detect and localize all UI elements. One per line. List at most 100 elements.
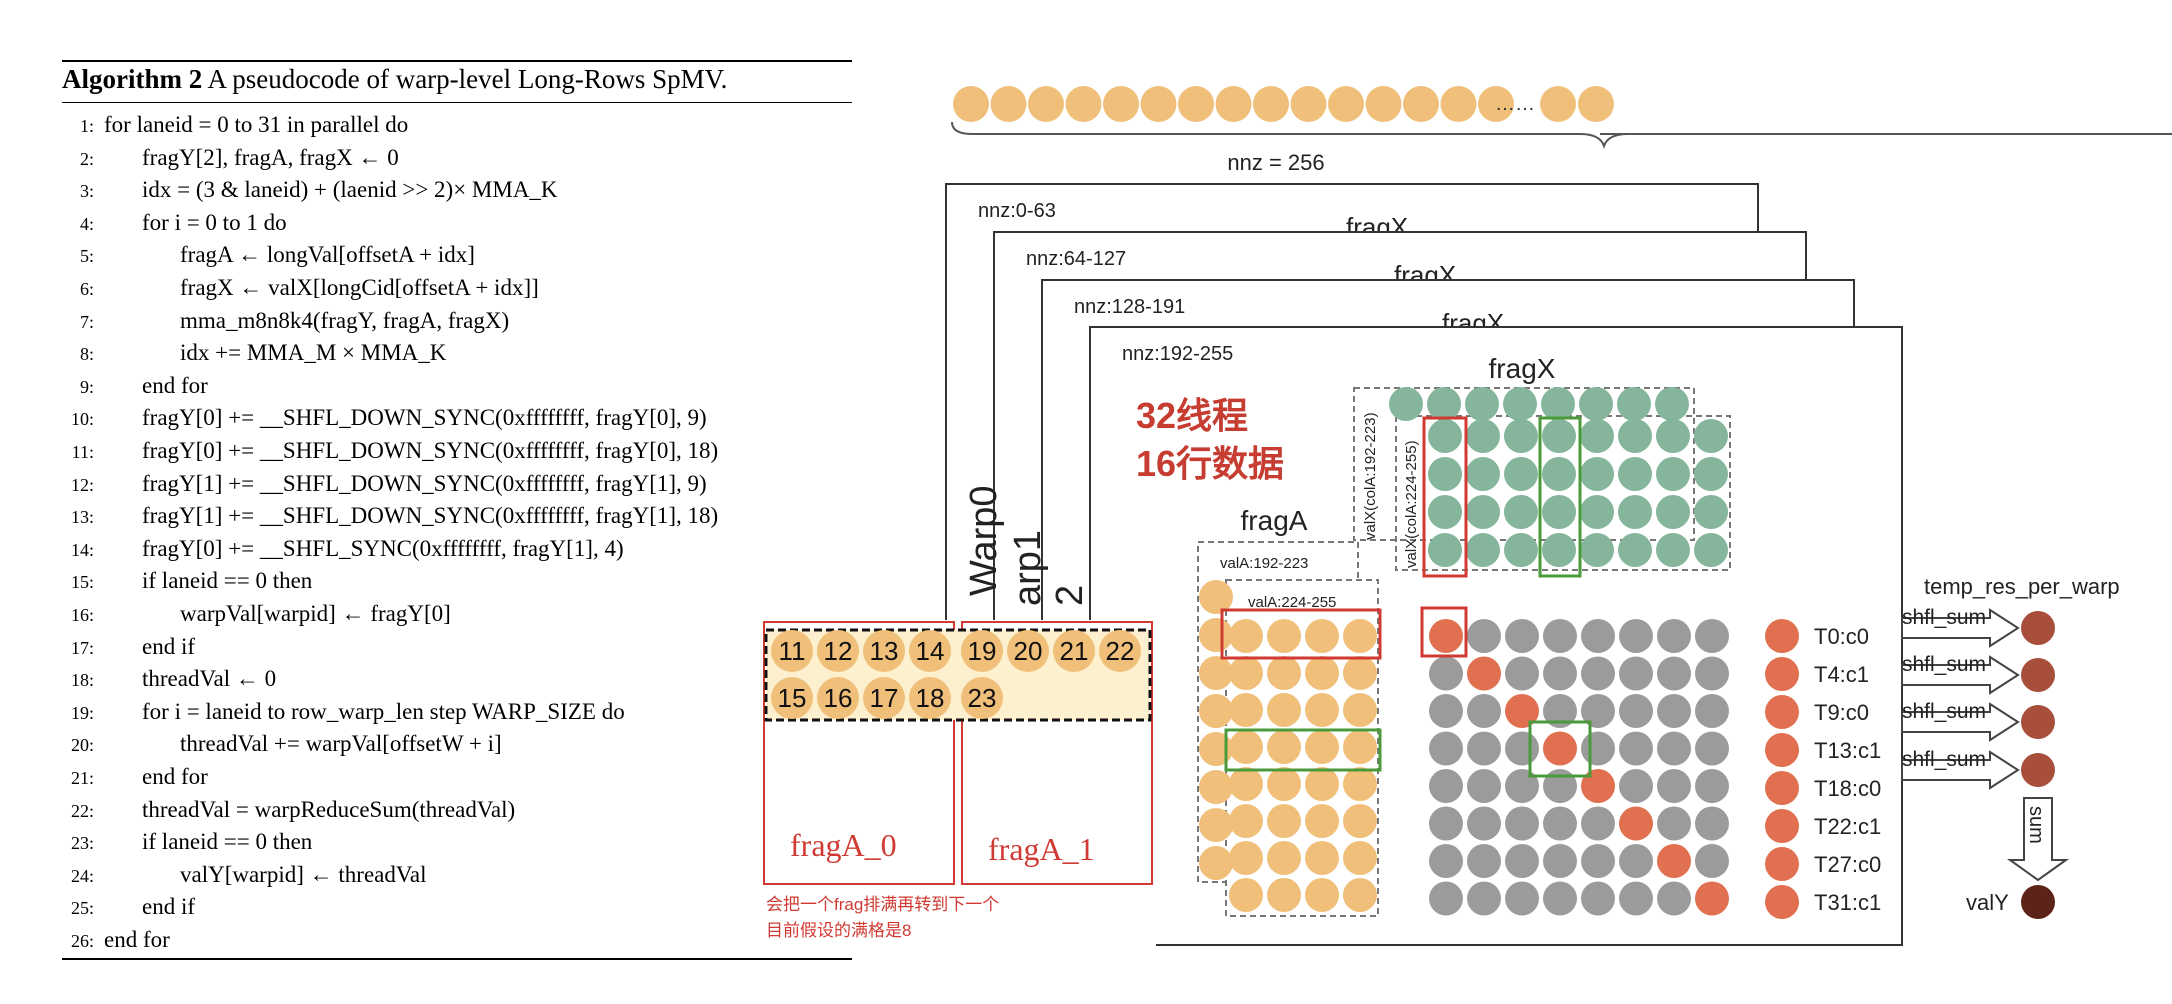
fragx-dot (1656, 419, 1690, 453)
fraga-dot (1199, 770, 1233, 804)
fragx-dot (1389, 387, 1423, 421)
fraga-dot (1199, 846, 1233, 880)
fragx-dot (1617, 387, 1651, 421)
fragx-side-label-b: valX(colA:224-255) (1403, 440, 1420, 568)
matrix-dot (1619, 731, 1653, 766)
matrix-dot (1619, 881, 1653, 916)
fraga-dot (1267, 619, 1301, 653)
fragx-dot (1579, 387, 1613, 421)
matrix-dot (1619, 694, 1653, 728)
nnz-dot (1540, 86, 1576, 122)
fraga-dot (1343, 804, 1377, 838)
thread-label: T9:c0 (1814, 700, 1869, 725)
matrix-dot (1657, 731, 1691, 766)
nnz-dot (1065, 86, 1102, 122)
fragx-dot (1655, 387, 1689, 421)
matrix-dot (1467, 694, 1501, 728)
matrix-dot (1543, 619, 1577, 653)
frag-number: 22 (1106, 636, 1135, 666)
thread-label: T13:c1 (1814, 738, 1881, 763)
fraga-dot (1267, 656, 1301, 690)
fraga-dot (1305, 878, 1339, 912)
frag-number: 15 (778, 683, 807, 713)
fragx-dot (1618, 495, 1652, 529)
matrix-dot (1505, 844, 1539, 878)
matrix-dot (1429, 806, 1463, 841)
fragx-dot (1580, 457, 1614, 491)
fraga-dot (1305, 656, 1339, 690)
matrix-dot (1657, 881, 1691, 916)
matrix-dot (1619, 769, 1653, 803)
matrix-dot (1543, 806, 1577, 841)
matrix-dot (1467, 881, 1501, 916)
thread-label: T22:c1 (1814, 814, 1881, 839)
fraga-dot (1229, 656, 1263, 690)
spmv-diagram: …… nnz = 256 nnz:0-63 fragX nnz:64-127 frag… (760, 86, 2172, 946)
matrix-dot (1581, 619, 1615, 653)
fragx-dot (1618, 419, 1652, 453)
fragx-dot (1618, 533, 1652, 567)
frag-note-line1: 会把一个frag排满再转到下一个 (766, 895, 999, 914)
matrix-active-dot (1543, 731, 1577, 766)
thread-dot (1765, 885, 1799, 919)
nnz-dot (1328, 86, 1364, 122)
matrix-dot (1619, 656, 1653, 691)
fragx-dot (1580, 495, 1614, 529)
shfl-label: shfl_sum (1902, 653, 1986, 676)
nnz-dot (1028, 86, 1064, 122)
matrix-dot (1429, 881, 1463, 916)
frag-number: 18 (916, 683, 945, 713)
temp-res-dot (2021, 658, 2055, 692)
nnz-dot (1440, 86, 1477, 122)
card-range-label: nnz:0-63 (978, 200, 1056, 222)
matrix-dot (1429, 656, 1463, 691)
vala-label-a: valA:192-223 (1220, 555, 1308, 572)
frag-number: 23 (968, 683, 997, 713)
fragx-side-label-a: valX(colA:192-223) (1362, 412, 1379, 540)
matrix-dot (1429, 769, 1463, 803)
fragx-dot (1466, 457, 1500, 491)
nnz-dot (1290, 86, 1327, 122)
nnz-dot (1253, 86, 1289, 122)
warp1-label: arp1 (1007, 530, 1049, 606)
matrix-dot (1619, 619, 1653, 653)
frag-number: 14 (916, 636, 945, 666)
fragx-dot (1428, 495, 1462, 529)
fraga-title: fragA (1241, 505, 1308, 536)
fragx-dot-grid (1389, 387, 1728, 567)
temp-res-label: temp_res_per_warp (1924, 574, 2120, 599)
thread-label: T31:c1 (1814, 890, 1881, 915)
matrix-dot (1695, 656, 1729, 691)
matrix-active-dot (1619, 806, 1653, 841)
nnz-total-label: nnz = 256 (1227, 150, 1324, 175)
matrix-active-dot (1581, 769, 1615, 803)
thread-dot (1765, 733, 1799, 767)
frag-number: 17 (870, 683, 899, 713)
sum-label: sum (2025, 806, 2047, 844)
shfl-label: shfl_sum (1902, 700, 1986, 723)
matrix-dot (1467, 619, 1501, 653)
shfl-sum-arrows: shfl_sum shfl_sum shfl_sum shfl_sum (1901, 606, 2055, 790)
fragx-dot (1504, 419, 1538, 453)
fraga-dot (1305, 619, 1339, 653)
thread-dot (1765, 695, 1799, 729)
fraga-dot (1229, 730, 1263, 764)
thread-dot (1765, 657, 1799, 691)
fraga-dot (1305, 841, 1339, 875)
matrix-dot (1429, 694, 1463, 728)
nnz-dot (1365, 86, 1402, 122)
matrix-dot (1543, 769, 1577, 803)
matrix-dot (1581, 731, 1615, 766)
fraga-dot (1229, 619, 1263, 653)
matrix-dot (1467, 769, 1501, 803)
matrix-dot (1581, 881, 1615, 916)
matrix-active-dot (1695, 881, 1729, 916)
fraga-dot (1199, 694, 1233, 728)
fraga-dot (1267, 767, 1301, 801)
matrix-active-dot (1657, 844, 1691, 878)
fragx-dot (1542, 495, 1576, 529)
fraga-dot (1305, 767, 1339, 801)
fraga-dot (1343, 619, 1377, 653)
fraga-dot (1267, 730, 1301, 764)
matrix-dot (1581, 656, 1615, 691)
